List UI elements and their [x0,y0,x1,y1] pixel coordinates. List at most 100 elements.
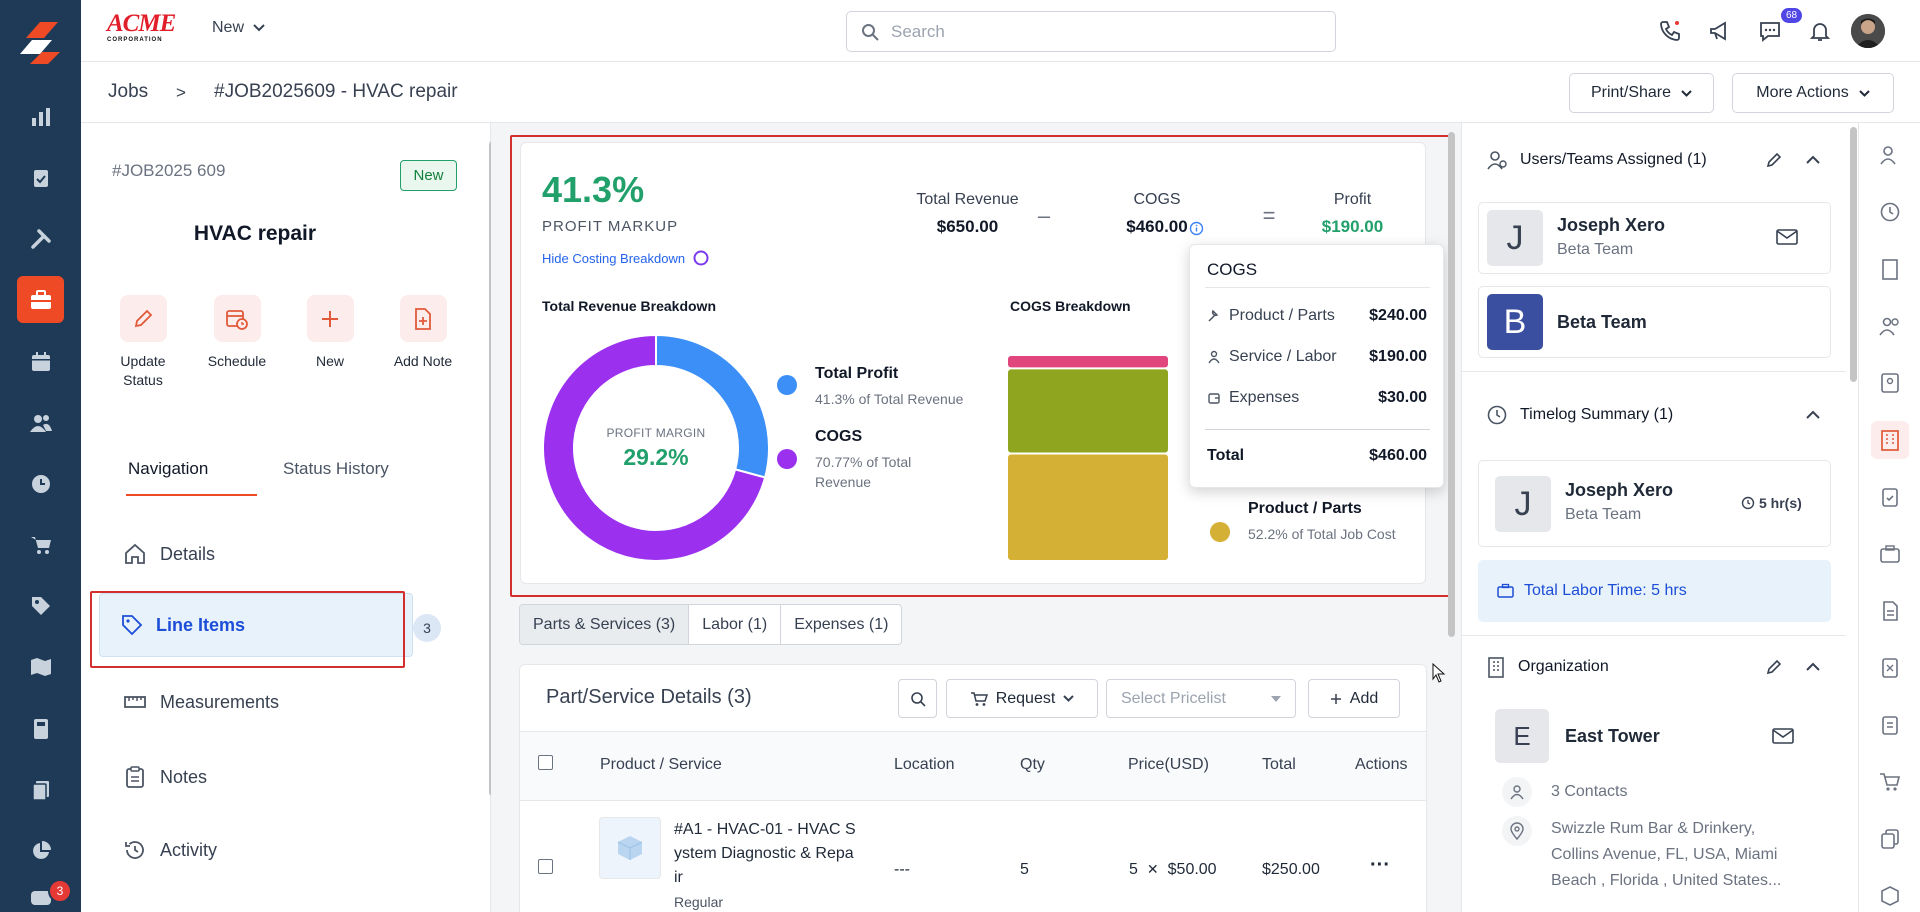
row-actions-menu[interactable]: ··· [1370,854,1390,877]
tab-status-history[interactable]: Status History [283,459,389,479]
app-sidebar: 3 [0,0,81,912]
breadcrumb-jobs-link[interactable]: Jobs [108,81,148,103]
user-settings-icon[interactable] [1878,143,1902,167]
timelog-card[interactable]: J Joseph Xero Beta Team 5 hr(s) [1478,460,1831,547]
nav-item-details[interactable]: Details [122,532,215,576]
print-share-button[interactable]: Print/Share [1569,73,1714,113]
package-icon[interactable] [1878,884,1902,908]
documents-icon[interactable] [20,769,61,810]
user-avatar[interactable] [1851,14,1885,48]
breadcrumb-bar: Jobs > #JOB2025609 - HVAC repair Print/S… [81,62,1920,123]
total-labor-banner: Total Labor Time: 5 hrs [1478,560,1831,622]
schedule-button[interactable]: Schedule [197,295,277,371]
info-icon[interactable] [1189,221,1204,236]
mail-icon[interactable] [1776,228,1798,246]
select-all-checkbox[interactable] [538,755,553,770]
reports-icon[interactable] [20,96,61,137]
col-actions: Actions [1355,756,1408,773]
edit-pencil-icon[interactable] [1765,151,1783,169]
copy-icon[interactable] [1878,827,1902,851]
mail-icon[interactable] [1772,727,1794,745]
timelog-user-name: Joseph Xero [1565,480,1674,500]
app-logo-icon[interactable] [18,20,64,66]
caret-down-icon [1271,695,1281,702]
tools-icon[interactable] [20,218,61,259]
right-panel-scrollbar[interactable] [1850,127,1857,382]
contacts-count[interactable]: 3 Contacts [1551,783,1627,801]
clock-icon[interactable] [20,463,61,504]
assigned-user-card[interactable]: J Joseph Xero Beta Team [1478,202,1831,274]
calculator-icon[interactable] [20,708,61,749]
cart-icon[interactable] [1878,770,1902,794]
search-input[interactable] [891,21,1311,42]
clipboard-check-icon[interactable] [20,157,61,198]
cogs-bar-segment-service-labor[interactable] [1008,369,1168,453]
popover-row-total: Total $460.00 [1207,447,1427,464]
estimate-icon[interactable] [1878,656,1902,680]
nav-item-measurements[interactable]: Measurements [122,680,279,724]
status-badge: New [400,160,457,191]
brand-logo[interactable]: ACME CORPORATION [107,11,187,46]
phone-icon[interactable] [1654,15,1686,47]
parts-search-button[interactable] [898,679,937,718]
tab-navigation[interactable]: Navigation [128,459,208,479]
tab-labor[interactable]: Labor (1) [689,605,782,644]
user-initial-avatar: J [1487,210,1543,266]
popover-title: COGS [1207,260,1258,279]
cogs-popover: COGS Product / Parts $240.00 Service / L… [1189,244,1444,488]
ruler-icon [122,689,148,715]
tab-parts-services[interactable]: Parts & Services (3) [520,605,690,644]
customers-icon[interactable] [20,402,61,443]
search-bar[interactable] [846,11,1336,52]
cart-icon [970,691,988,706]
new-button[interactable]: New [290,295,370,371]
tag-icon[interactable] [20,585,61,626]
request-dropdown[interactable]: Request [946,679,1098,718]
more-actions-button[interactable]: More Actions [1732,73,1894,113]
divider [1205,429,1430,430]
update-status-button[interactable]: Update Status [103,295,183,390]
chevron-up-icon[interactable] [1806,410,1820,419]
pie-chart-icon[interactable] [20,830,61,871]
tab-expenses[interactable]: Expenses (1) [781,605,901,644]
active-tab-indicator [126,494,257,496]
nav-item-notes[interactable]: Notes [122,755,207,799]
cogs-bar-segment-expenses[interactable] [1008,356,1168,368]
product-name[interactable]: #A1 - HVAC-01 - HVAC S ystem Diagnostic … [674,818,874,912]
cart-icon[interactable] [20,524,61,565]
total-revenue-stat: Total Revenue $650.00 [916,191,1019,236]
row-location: --- [894,861,910,878]
row-checkbox[interactable] [538,859,553,874]
wallet-icon [1208,393,1220,404]
map-icon[interactable] [20,646,61,687]
chevron-up-icon[interactable] [1806,662,1820,671]
megaphone-icon[interactable] [1704,15,1736,47]
add-note-button[interactable]: Add Note [383,295,463,371]
id-card-icon[interactable] [1878,371,1902,395]
messages-icon[interactable] [1754,15,1786,47]
clipboard-check-icon[interactable] [1878,485,1902,509]
nav-item-activity[interactable]: Activity [122,828,217,872]
hide-costing-link[interactable]: Hide Costing Breakdown [542,250,709,266]
center-scrollbar[interactable] [1448,132,1455,637]
clock-icon[interactable] [1878,200,1902,224]
jobs-briefcase-icon[interactable] [17,276,64,323]
edit-pencil-icon[interactable] [1765,658,1783,676]
org-name[interactable]: East Tower [1565,726,1660,747]
cogs-bar-segment-product-parts[interactable] [1008,454,1168,560]
contacts-icon[interactable] [1878,314,1902,338]
checklist-icon[interactable] [1878,713,1902,737]
assigned-team-card[interactable]: B Beta Team [1478,286,1831,358]
pricelist-select[interactable]: Select Pricelist [1106,679,1296,718]
new-dropdown[interactable]: New [212,19,265,37]
profit-markup-value: 41.3% [542,169,645,210]
chevron-down-icon [1859,89,1870,97]
bell-icon[interactable] [1804,15,1836,47]
building-icon[interactable] [1878,257,1902,281]
document-icon[interactable] [1878,599,1902,623]
chevron-up-icon[interactable] [1806,155,1820,164]
add-button[interactable]: Add [1308,679,1400,718]
calendar-icon[interactable] [20,341,61,382]
briefcase-icon[interactable] [1878,542,1902,566]
organization-icon[interactable] [1871,421,1909,459]
